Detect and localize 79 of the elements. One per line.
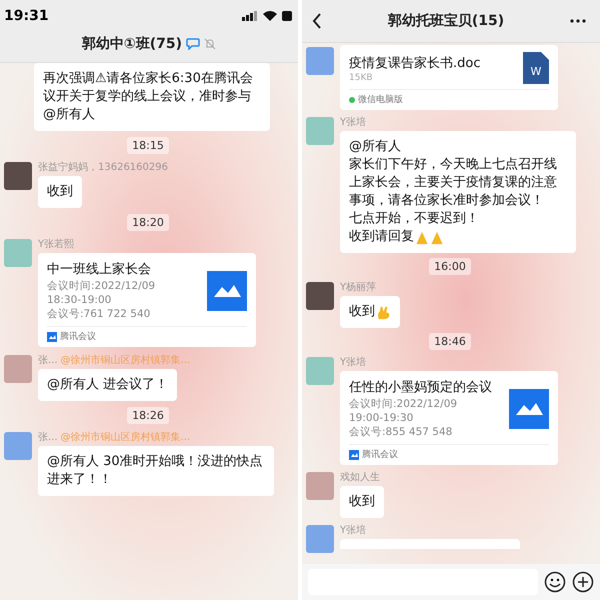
meeting-logo-icon (207, 270, 247, 310)
avatar-placeholder[interactable] (4, 355, 32, 383)
meeting-title: 任性的小墨妈预定的会议 (349, 379, 492, 396)
message-text: 收到 (349, 303, 375, 321)
message-bubble[interactable] (340, 539, 520, 549)
chat-title: 郭幼托班宝贝(15) (388, 12, 504, 30)
file-card[interactable]: 疫情复课告家长书.doc 15KB W 微信电脑版 (340, 45, 558, 110)
chat-title: 郭幼中①班(75) (82, 35, 182, 53)
wifi-icon (263, 11, 277, 21)
meeting-detail: 18:30-19:00 (47, 294, 112, 306)
back-icon[interactable] (312, 13, 322, 29)
message-bubble[interactable]: @所有人 进会议了！ (38, 369, 178, 401)
sender-name: Y张若熙 (38, 238, 74, 251)
sender-name: Y张培 (340, 524, 366, 537)
message-text: 收到请回复 (349, 228, 414, 246)
sender-name: 张益宁妈妈，13626160296 (38, 160, 168, 174)
timestamp: 18:15 (127, 137, 169, 154)
emoji-icon[interactable] (544, 571, 566, 593)
file-size: 15KB (349, 72, 374, 82)
avatar-placeholder[interactable] (306, 117, 334, 145)
message-text: 七点开始，不要迟到！ (349, 210, 479, 228)
message-text: @所有人 30准时开始哦！没进的快点进来了！！ (47, 453, 264, 489)
more-icon[interactable] (570, 19, 586, 23)
status-time: 19:31 (4, 8, 49, 24)
signal-icon (242, 11, 258, 21)
avatar-placeholder[interactable] (4, 239, 32, 267)
message-bubble[interactable]: 收到 (340, 486, 384, 518)
ok-hand-icon (376, 304, 391, 320)
meeting-detail: 会议号:761 722 540 (47, 307, 152, 321)
sender-group-tag: @徐州市铜山区房村镇郭集... (60, 353, 190, 367)
app-name: 腾讯会议 (362, 448, 398, 461)
avatar-placeholder[interactable] (306, 472, 334, 500)
avatar-placeholder[interactable] (306, 525, 334, 553)
meeting-logo-icon (509, 388, 549, 428)
sender-name: Y张培 (340, 116, 366, 129)
timestamp: 18:46 (429, 333, 471, 350)
file-type-letter: W (530, 65, 542, 78)
message-text: 收到 (349, 493, 375, 511)
message-text: 家长们下午好，今天晚上七点召开线上家长会，主要关于疫情复课的注意事项，请各位家长准时参加会议！ (349, 156, 558, 210)
message-text: 再次强调⚠请各位家长6:30在腾讯会议开关于复学的线上会议，准时参与 @所有人 (43, 70, 254, 124)
avatar-placeholder[interactable] (306, 282, 334, 310)
message-text: @所有人 (349, 138, 401, 156)
meeting-app-icon (349, 450, 359, 460)
message-text: @所有人 进会议了！ (47, 376, 168, 394)
status-dot-icon (349, 96, 355, 102)
message-bubble[interactable]: 收到 (340, 296, 400, 328)
avatar-placeholder[interactable] (306, 47, 334, 75)
battery-icon (282, 11, 292, 21)
file-source: 微信电脑版 (358, 94, 403, 106)
chat-bubble-icon (186, 38, 200, 50)
timestamp: 18:20 (127, 214, 169, 231)
sender-group-tag: @徐州市铜山区房村镇郭集... (60, 430, 190, 444)
sender-name: 张... (38, 354, 58, 367)
avatar-placeholder[interactable] (306, 357, 334, 385)
file-name: 疫情复课告家长书.doc (349, 54, 480, 72)
timestamp: 16:00 (429, 258, 471, 275)
message-bubble[interactable]: 再次强调⚠请各位家长6:30在腾讯会议开关于复学的线上会议，准时参与 @所有人 (34, 63, 270, 131)
meeting-card[interactable]: 中一班线上家长会 会议时间:2022/12/09 18:30-19:00 会议号:761 722 540 腾讯会议 (38, 253, 256, 347)
sender-name: Y张培 (340, 356, 366, 369)
sender-name: 张... (38, 430, 58, 444)
sender-name: Y杨丽萍 (340, 280, 376, 294)
message-text: 收到 (47, 183, 73, 201)
timestamp: 18:26 (127, 407, 169, 424)
meeting-detail: 19:00-19:30 (349, 412, 414, 424)
message-bubble[interactable]: @所有人 30准时开始哦！没进的快点进来了！！ (38, 446, 274, 496)
avatar-placeholder[interactable] (4, 432, 32, 460)
muted-bell-icon (204, 38, 216, 50)
meeting-title: 中一班线上家长会 (47, 261, 152, 278)
meeting-card[interactable]: 任性的小墨妈预定的会议 会议时间:2022/12/09 19:00-19:30 会议号:855 457 548 腾讯会议 (340, 371, 558, 465)
sender-name: 戏如人生 (340, 470, 380, 484)
avatar-placeholder[interactable] (4, 162, 32, 190)
meeting-detail: 会议号:855 457 548 (349, 425, 454, 439)
meeting-detail: 会议时间:2022/12/09 (47, 279, 156, 293)
meeting-app-icon (47, 332, 57, 342)
app-name: 腾讯会议 (60, 330, 96, 343)
message-bubble[interactable]: @所有人 家长们下午好，今天晚上七点召开线上家长会，主要关于疫情复课的注意事项，请各位家长准时参加会议！ 七点开始，不要迟到！ 收到请回复 (340, 131, 576, 253)
message-bubble[interactable]: 收到 (38, 176, 82, 208)
meeting-detail: 会议时间:2022/12/09 (349, 397, 458, 411)
plus-icon[interactable] (572, 571, 594, 593)
